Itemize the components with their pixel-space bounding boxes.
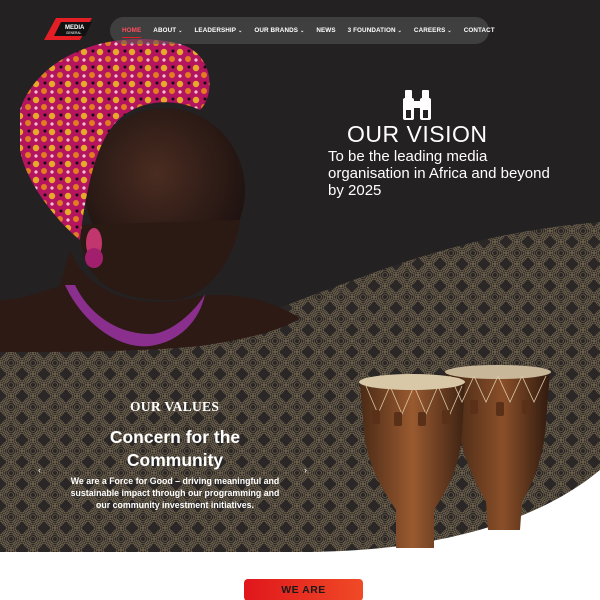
- media-general-logo[interactable]: MEDIA GENERAL: [44, 18, 92, 40]
- carousel-prev-button[interactable]: ‹: [38, 465, 41, 475]
- main-nav: HOME ABOUT ⌄ LEADERSHIP ⌄ OUR BRANDS ⌄ NEWS…: [110, 17, 495, 44]
- page: MEDIA GENERAL HOME ABOUT ⌄ LEADERSHIP ⌄ OU…: [0, 0, 600, 600]
- hero-section: MEDIA GENERAL HOME ABOUT ⌄ LEADERSHIP ⌄ OU…: [0, 0, 600, 552]
- chevron-down-icon: ⌄: [397, 28, 402, 34]
- chevron-down-icon: ⌄: [178, 28, 183, 34]
- binoculars-icon: [403, 90, 431, 120]
- nav-item-leadership[interactable]: LEADERSHIP ⌄: [194, 27, 242, 34]
- chevron-down-icon: ⌄: [447, 28, 452, 34]
- nav-item-home[interactable]: HOME: [122, 27, 142, 38]
- nav-item-about[interactable]: ABOUT ⌄: [153, 27, 182, 34]
- we-are-button[interactable]: WE ARE: [244, 579, 363, 600]
- carousel-next-button[interactable]: ›: [304, 465, 307, 475]
- nav-item-3-foundation[interactable]: 3 FOUNDATION ⌄: [348, 27, 402, 34]
- nav-item-our-brands[interactable]: OUR BRANDS ⌄: [254, 27, 304, 34]
- nav-item-careers[interactable]: CAREERS ⌄: [414, 27, 452, 34]
- values-heading: OUR VALUES: [130, 399, 220, 414]
- value-description: We are a Force for Good – driving meanin…: [70, 476, 280, 511]
- vision-title: OUR VISION: [347, 121, 488, 147]
- nav-item-news[interactable]: NEWS: [316, 27, 335, 34]
- chevron-down-icon: ⌄: [238, 28, 243, 34]
- vision-statement: To be the leading media organisation in …: [328, 148, 550, 199]
- drums-image: [359, 365, 551, 548]
- svg-text:GENERAL: GENERAL: [66, 31, 81, 35]
- chevron-down-icon: ⌄: [300, 28, 305, 34]
- nav-item-contact[interactable]: CONTACT: [464, 27, 495, 34]
- value-title: Concern for the Community: [109, 427, 241, 470]
